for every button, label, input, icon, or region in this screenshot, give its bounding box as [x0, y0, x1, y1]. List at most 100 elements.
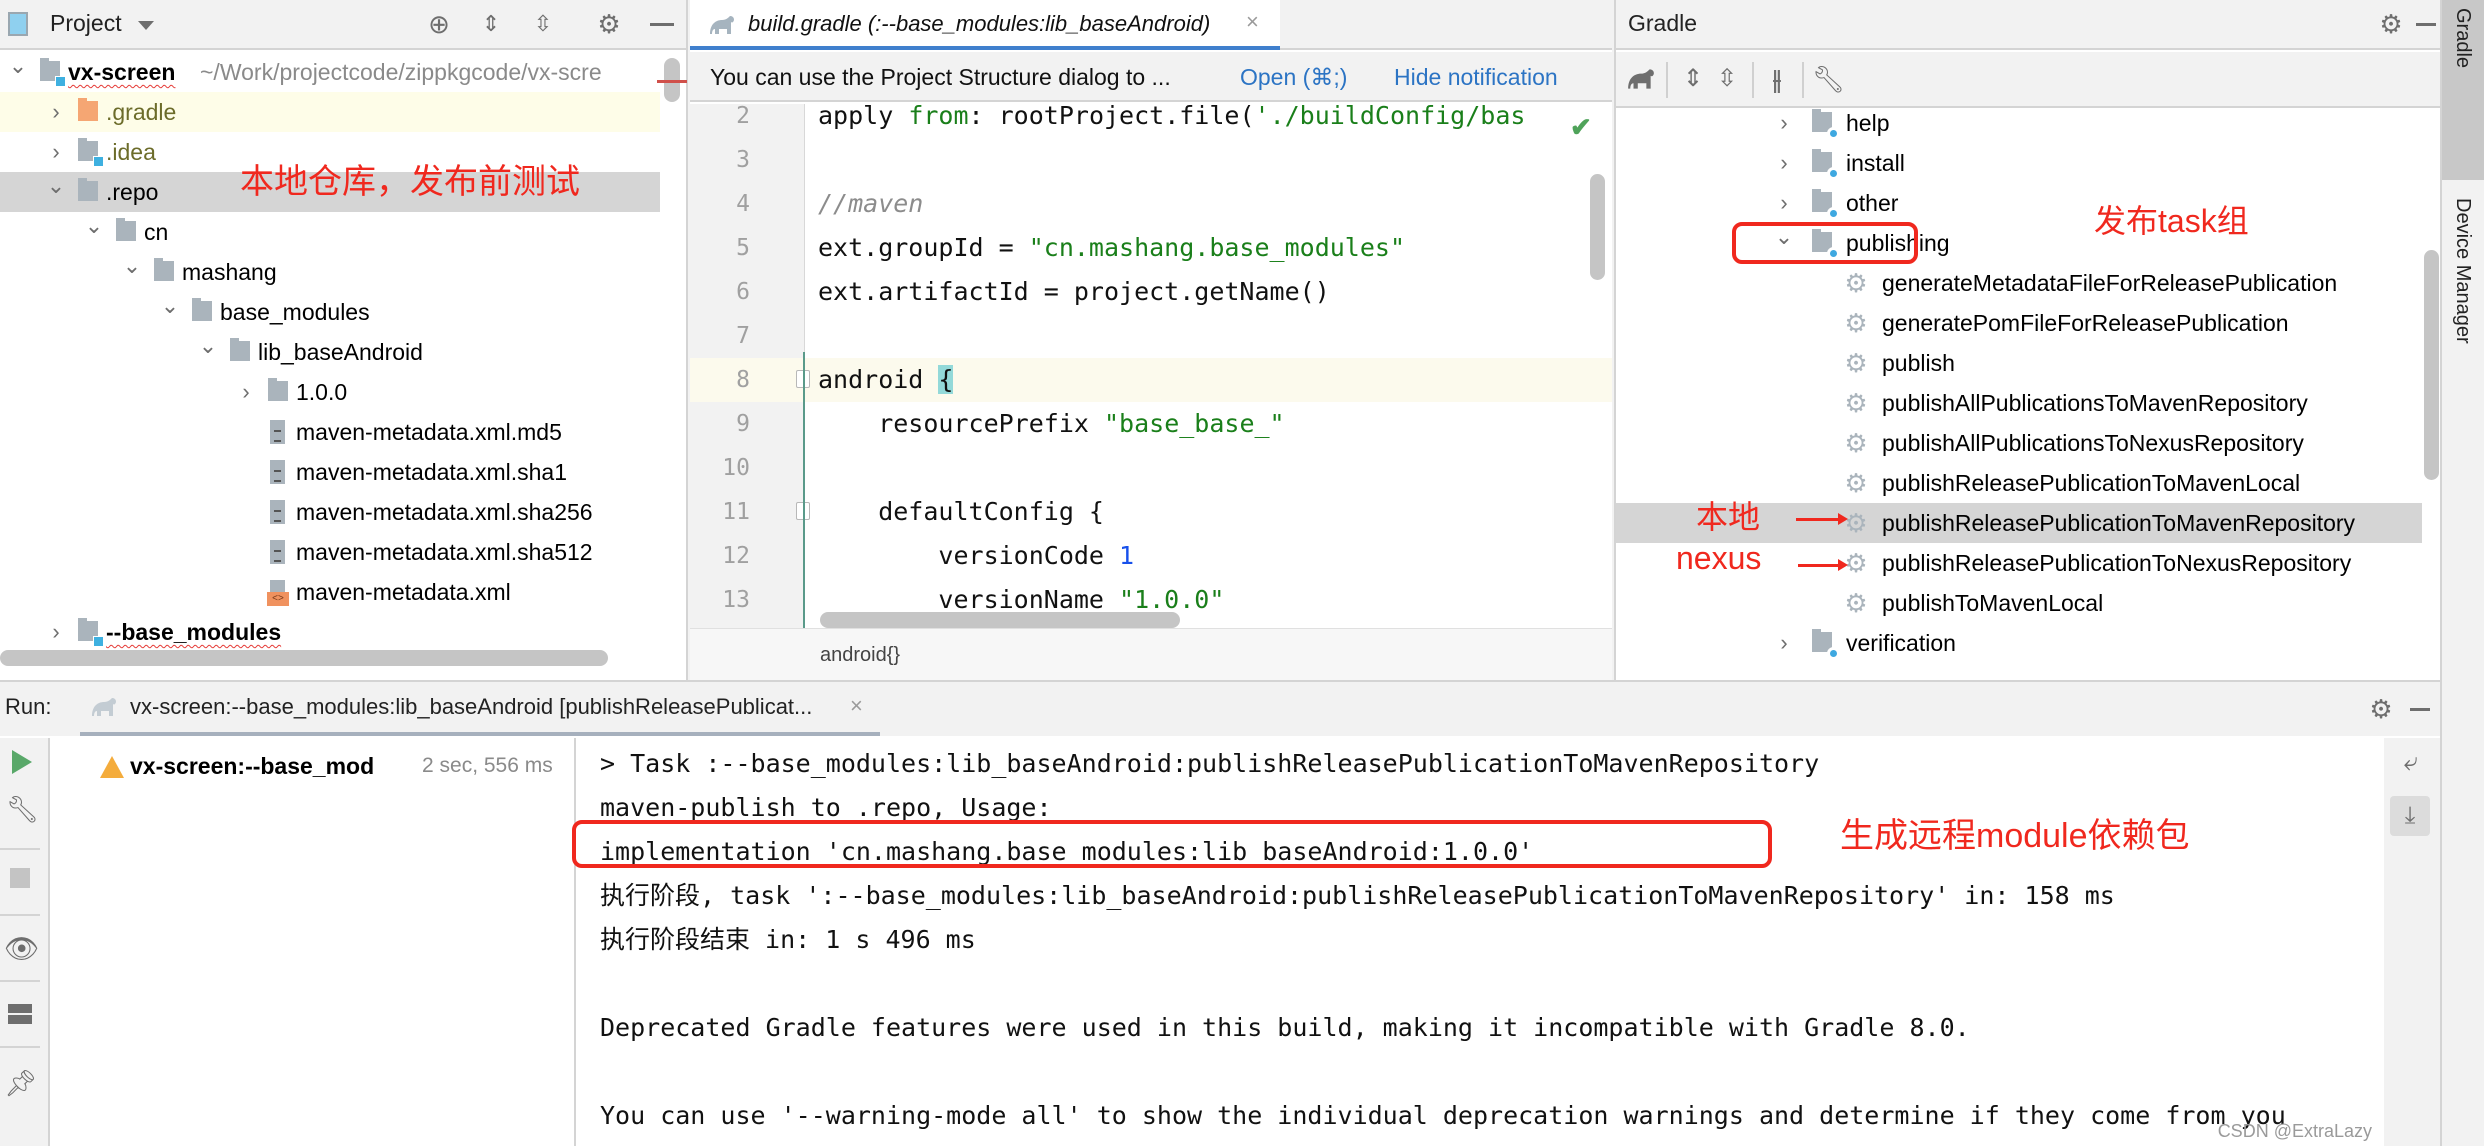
line-number: 13: [722, 587, 750, 613]
chevron-right-icon[interactable]: ›: [1774, 103, 1794, 143]
soft-wrap-icon[interactable]: ⤶: [2396, 746, 2426, 776]
chevron-down-icon[interactable]: ⌄: [8, 46, 28, 86]
gear-icon[interactable]: ⚙: [2366, 694, 2396, 724]
reload-gradle-icon[interactable]: [1626, 67, 1656, 91]
tree-row-label: maven-metadata.xml: [296, 579, 511, 605]
text-file-icon: [270, 460, 285, 484]
code-text: //maven: [818, 182, 923, 226]
tree-row[interactable]: maven-metadata.xml.sha1: [0, 452, 660, 492]
layout-icon[interactable]: [8, 1004, 32, 1024]
gradle-task-label: publishReleasePublicationToMavenReposito…: [1882, 510, 2356, 536]
tree-row[interactable]: maven-metadata.xml.md5: [0, 412, 660, 452]
locate-icon[interactable]: ⊕: [424, 9, 454, 39]
hide-notification-link[interactable]: Hide notification: [1394, 52, 1558, 102]
scroll-to-end-button[interactable]: ⤓: [2390, 796, 2430, 836]
code-line[interactable]: 4 //maven: [690, 182, 1612, 226]
minimize-icon[interactable]: [2410, 708, 2430, 711]
annotation-arrow-nexus: [1798, 559, 1848, 571]
tree-row[interactable]: <> maven-metadata.xml: [0, 572, 660, 612]
open-project-structure-link[interactable]: Open (⌘;): [1240, 52, 1347, 102]
gradle-task-row[interactable]: ⚙ generatePomFileForReleasePublication: [1616, 303, 2422, 343]
code-line[interactable]: 2 apply from: rootProject.file('./buildCo…: [690, 104, 1612, 138]
chevron-down-icon[interactable]: ⌄: [122, 246, 142, 286]
tree-row[interactable]: ⌄ cn: [0, 212, 660, 252]
chevron-right-icon[interactable]: ›: [1774, 623, 1794, 663]
tree-row-label: cn: [144, 219, 169, 245]
build-tool-settings-icon[interactable]: 🔧︎: [1812, 64, 1845, 94]
stop-icon[interactable]: [10, 868, 30, 888]
code-line[interactable]: 9 resourcePrefix "base_base_": [690, 402, 1612, 446]
gradle-group-row[interactable]: › help: [1616, 103, 2422, 143]
folder-icon: [78, 178, 98, 201]
tool-window-tab-device-manager[interactable]: Device Manager: [2442, 190, 2484, 450]
tree-row[interactable]: › 1.0.0: [0, 372, 660, 412]
chevron-right-icon[interactable]: ›: [46, 92, 66, 132]
minimize-icon[interactable]: [650, 23, 674, 26]
code-area[interactable]: 2 apply from: rootProject.file('./buildCo…: [690, 104, 1612, 628]
tree-row[interactable]: ⌄ vx-screen ~/Work/projectcode/zippkgcode/…: [0, 52, 660, 92]
toggle-offline-icon[interactable]: ⫲: [1762, 64, 1792, 94]
editor-tab-bar: build.gradle (:--base_modules:lib_baseAn…: [690, 0, 1612, 50]
code-line[interactable]: 12 versionCode 1: [690, 534, 1612, 578]
collapse-all-icon[interactable]: ⇳: [528, 9, 558, 39]
pin-icon[interactable]: 📌︎: [4, 1068, 37, 1098]
gear-icon[interactable]: ⚙: [2376, 9, 2406, 39]
gradle-vertical-scrollbar[interactable]: [2424, 250, 2439, 480]
code-line[interactable]: 3: [690, 138, 1612, 182]
toolbar-separator: [1752, 62, 1754, 98]
chevron-right-icon[interactable]: ›: [1774, 143, 1794, 183]
editor-vertical-scrollbar[interactable]: [1590, 174, 1605, 280]
code-line[interactable]: 6 ext.artifactId = project.getName(): [690, 270, 1612, 314]
project-horizontal-scrollbar[interactable]: [0, 650, 608, 666]
console-output[interactable]: > Task :--base_modules:lib_baseAndroid:p…: [578, 738, 2384, 1146]
gradle-group-row[interactable]: › other: [1616, 183, 2422, 223]
chevron-down-icon[interactable]: ⌄: [198, 326, 218, 366]
tool-window-tab-gradle[interactable]: Gradle: [2442, 0, 2484, 180]
tree-row[interactable]: › --base_modules: [0, 612, 660, 652]
gradle-task-row[interactable]: ⚙ generateMetadataFileForReleasePublicati…: [1616, 263, 2422, 303]
breadcrumb-android[interactable]: android{}: [820, 629, 900, 681]
tree-row[interactable]: maven-metadata.xml.sha256: [0, 492, 660, 532]
code-line[interactable]: 7: [690, 314, 1612, 358]
chevron-right-icon[interactable]: ›: [236, 372, 256, 412]
close-run-tab-icon[interactable]: ×: [850, 693, 863, 719]
gear-badge-icon: [1827, 647, 1840, 660]
chevron-down-icon[interactable]: ⌄: [84, 206, 104, 246]
editor-tab-build-gradle[interactable]: build.gradle (:--base_modules:lib_baseAn…: [690, 0, 1280, 50]
close-tab-icon[interactable]: ×: [1246, 9, 1259, 35]
code-line[interactable]: 5 ext.groupId = "cn.mashang.base_modules": [690, 226, 1612, 270]
run-tab[interactable]: vx-screen:--base_modules:lib_baseAndroid…: [80, 682, 880, 736]
tree-row[interactable]: ⌄ base_modules: [0, 292, 660, 332]
task-group-folder-icon: [1812, 109, 1840, 140]
tree-row[interactable]: › .gradle: [0, 92, 660, 132]
gradle-task-row[interactable]: ⚙ publishAllPublicationsToNexusRepository: [1616, 423, 2422, 463]
toolbar-separator: [0, 1046, 40, 1048]
minimize-icon[interactable]: [2416, 23, 2436, 26]
gradle-group-row[interactable]: › verification: [1616, 623, 2422, 663]
tree-row[interactable]: ⌄ mashang: [0, 252, 660, 292]
tree-row[interactable]: ⌄ lib_baseAndroid: [0, 332, 660, 372]
chevron-down-icon[interactable]: [138, 21, 154, 30]
editor-horizontal-scrollbar[interactable]: [820, 612, 1180, 628]
string-literal: "base_base_": [1103, 409, 1285, 438]
tree-row[interactable]: maven-metadata.xml.sha512: [0, 532, 660, 572]
gradle-task-row[interactable]: ⚙ publish: [1616, 343, 2422, 383]
expand-all-icon[interactable]: ⇕: [1678, 64, 1708, 94]
code-line[interactable]: 8 android {: [690, 358, 1612, 402]
collapse-all-icon[interactable]: ⇳: [1712, 64, 1742, 94]
code-line[interactable]: 11 defaultConfig {: [690, 490, 1612, 534]
code-line[interactable]: 10: [690, 446, 1612, 490]
chevron-right-icon[interactable]: ›: [46, 612, 66, 652]
expand-all-icon[interactable]: ⇕: [476, 9, 506, 39]
view-options-icon[interactable]: 👁︎: [4, 934, 40, 964]
rerun-icon[interactable]: [12, 750, 32, 774]
matched-brace: {: [938, 365, 954, 394]
gear-icon[interactable]: ⚙: [594, 9, 624, 39]
gradle-group-row[interactable]: › install: [1616, 143, 2422, 183]
gradle-task-row[interactable]: ⚙ publishToMavenLocal: [1616, 583, 2422, 623]
gradle-task-row[interactable]: ⚙ publishAllPublicationsToMavenRepository: [1616, 383, 2422, 423]
project-view-selector[interactable]: Project: [50, 10, 122, 37]
chevron-down-icon[interactable]: ⌄: [46, 166, 66, 206]
build-settings-icon[interactable]: 🔧︎: [6, 794, 39, 824]
chevron-down-icon[interactable]: ⌄: [160, 286, 180, 326]
